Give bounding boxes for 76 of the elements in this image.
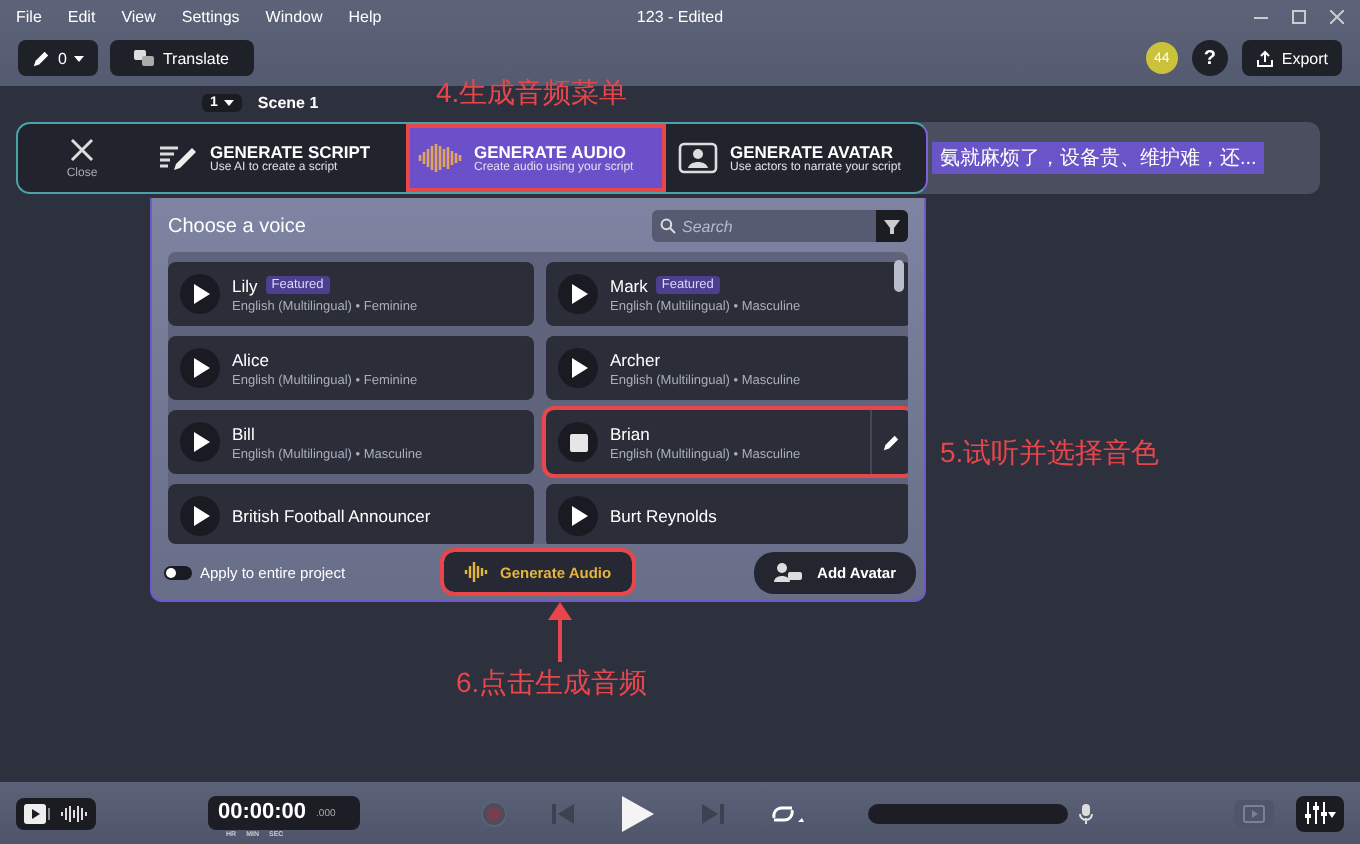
caret-icon: [74, 55, 85, 61]
play-button[interactable]: [180, 274, 220, 314]
menu-item[interactable]: Help: [348, 8, 382, 26]
menu-item[interactable]: Window: [265, 8, 323, 26]
annotation-arrow: [546, 602, 574, 662]
edit-button[interactable]: [882, 433, 900, 451]
menu-item[interactable]: View: [121, 8, 156, 26]
play-icon: [191, 506, 209, 526]
annotation-text: 4.生成音频菜单: [436, 76, 628, 112]
annotation-text: 6.点击生成音频: [456, 666, 648, 702]
voice-card[interactable]: British Football Announcer: [168, 484, 534, 544]
volume-track[interactable]: [868, 803, 1068, 823]
settings-button[interactable]: [1296, 795, 1344, 831]
play-button[interactable]: [180, 348, 220, 388]
filter-icon: [884, 219, 900, 233]
play-icon: [569, 506, 587, 526]
voice-name: Mark: [610, 275, 648, 295]
microphone-icon: [1076, 803, 1096, 823]
edit-count-button[interactable]: 0: [18, 40, 99, 76]
stop-icon: [569, 433, 587, 451]
waveform-icon: [418, 142, 462, 174]
voice-card[interactable]: Burt Reynolds: [546, 484, 908, 544]
play-icon: [191, 284, 209, 304]
menu-item[interactable]: Settings: [181, 8, 240, 26]
play-button[interactable]: [558, 348, 598, 388]
play-icon: [569, 284, 587, 304]
pencil-icon: [882, 433, 900, 451]
play-icon: [191, 358, 209, 378]
video-track-icon[interactable]: [24, 803, 52, 823]
script-text: 氨就麻烦了，设备贵、维护难，还...: [932, 142, 1265, 174]
search-box[interactable]: Search: [652, 210, 908, 242]
play-icon[interactable]: [620, 793, 656, 833]
avatar-add-icon: [773, 562, 802, 582]
voice-name: Lily: [232, 275, 258, 295]
window-title: 123 - Edited: [636, 8, 724, 26]
filter-button[interactable]: [876, 210, 908, 242]
voice-name: Alice: [232, 349, 269, 369]
sliders-icon: [1304, 802, 1336, 824]
maximize-icon[interactable]: [1292, 10, 1306, 24]
voice-name: Archer: [610, 349, 661, 369]
help-button[interactable]: ?: [1191, 40, 1228, 76]
scene-title: Scene 1: [257, 94, 319, 112]
stop-button[interactable]: [558, 422, 598, 462]
pencil-icon: [32, 49, 50, 67]
play-button[interactable]: [558, 496, 598, 536]
close-icon[interactable]: [1330, 10, 1344, 24]
menu-item[interactable]: File: [16, 8, 42, 26]
voice-name: British Football Announcer: [232, 506, 431, 526]
caret-icon: [223, 100, 234, 106]
translate-button[interactable]: Translate: [110, 40, 254, 76]
search-field[interactable]: Search: [676, 217, 876, 235]
close-icon: [70, 137, 94, 161]
waveform-icon: [464, 562, 488, 582]
toggle-switch[interactable]: [164, 565, 192, 579]
microphone-button[interactable]: [1076, 803, 1096, 823]
play-icon: [191, 432, 209, 452]
menu-item[interactable]: Edit: [67, 8, 96, 26]
loop-icon[interactable]: [768, 801, 804, 825]
play-button[interactable]: [558, 274, 598, 314]
script-pencil-icon: [158, 142, 198, 174]
voice-name: Burt Reynolds: [610, 506, 717, 526]
voice-name: Brian: [610, 423, 650, 443]
audio-track-icon[interactable]: [60, 803, 88, 823]
timecode: 00:00:00: [218, 800, 307, 824]
translate-icon: [134, 49, 155, 67]
export-icon: [1255, 49, 1274, 67]
scrollbar-thumb[interactable]: [894, 260, 904, 292]
play-button[interactable]: [180, 422, 220, 462]
export-button[interactable]: Export: [1241, 40, 1342, 76]
play-button[interactable]: [180, 496, 220, 536]
annotation-text: 5.试听并选择音色: [940, 436, 1160, 472]
voice-name: Bill: [232, 423, 255, 443]
avatar-icon: [678, 142, 718, 174]
play-icon: [569, 358, 587, 378]
search-icon: [660, 218, 676, 234]
panel-title: Choose a voice: [168, 215, 306, 237]
